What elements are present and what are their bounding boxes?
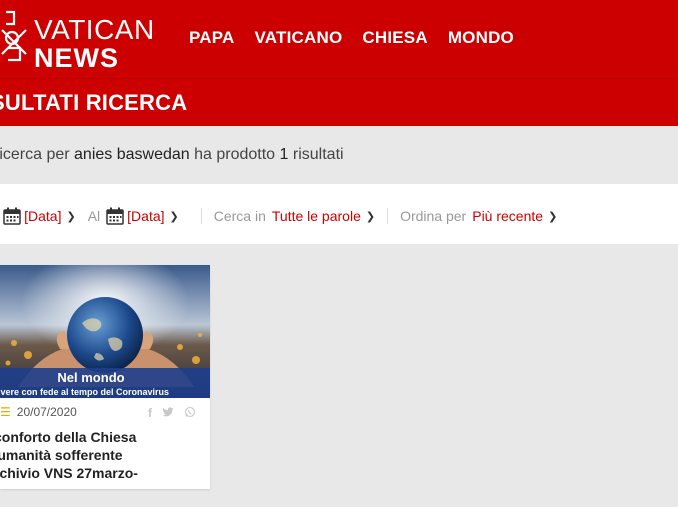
nav-item-chiesa[interactable]: CHIESA [362,28,427,48]
result-date: 20/07/2020 [16,405,77,419]
globe-in-hands-image: Nel mondo ivere con fede al tempo del Co… [0,265,210,398]
result-title-line: rchivio VNS 27marzo- [0,465,138,481]
search-in-value: Tutte le parole [271,208,361,224]
twitter-icon[interactable] [162,406,174,418]
calendar-icon [106,207,124,225]
to-date-picker[interactable]: [Data] ❯ [100,206,179,226]
chevron-down-icon: ❯ [169,210,179,223]
filter-bar: l [Data] ❯ Al [0,184,678,244]
divider [387,208,389,224]
search-query: anies baswedan [74,146,190,163]
result-title[interactable]: conforto della Chiesa 'umanità sofferent… [0,428,204,482]
chevron-down-icon: ❯ [548,210,558,223]
order-by-label: Ordina per [400,208,467,224]
result-meta: ☰ 20/07/2020 f [0,405,210,420]
search-summary: ricerca per anies baswedan ha prodotto 1… [0,146,344,164]
chevron-down-icon: ❯ [365,210,376,223]
search-in-select[interactable]: Tutte le parole ❯ [272,208,375,224]
from-date-value: [Data] [24,208,62,224]
result-title-line: conforto della Chiesa [0,429,137,445]
vatican-emblem-icon [1,10,27,62]
result-thumbnail[interactable]: Nel mondo ivere con fede al tempo del Co… [0,265,210,398]
site-logo[interactable]: VATICAN NEWS [0,8,160,72]
whatsapp-icon[interactable] [184,406,196,418]
brand-line-2: NEWS [34,43,119,73]
order-by-value: Più recente [472,208,544,224]
result-count: 1 [279,146,289,163]
brand-line-1: VATICAN [34,14,155,45]
result-title-line: 'umanità sofferente [0,447,123,463]
page-title: SULTATI RICERCA [0,90,188,115]
date-marker-icon: ☰ [0,405,11,419]
to-date-value: [Data] [127,208,165,224]
site-header: VATICAN NEWS PAPA VATICANO CHIESA MONDO [0,0,678,78]
summary-suffix: risultati [292,146,344,163]
summary-middle: ha prodotto [194,146,276,163]
summary-prefix: ricerca per [0,146,70,163]
facebook-icon[interactable]: f [148,406,152,420]
divider [200,208,202,224]
order-by-select[interactable]: Più recente ❯ [472,208,557,224]
search-in-label: Cerca in [213,208,266,224]
from-date-picker[interactable]: [Data] ❯ [0,206,76,226]
share-icons: f [148,406,196,420]
chevron-down-icon: ❯ [66,210,76,223]
nav-item-papa[interactable]: PAPA [189,28,235,48]
main-nav: PAPA VATICANO CHIESA MONDO [189,28,514,48]
result-card[interactable]: Nel mondo ivere con fede al tempo del Co… [0,265,210,489]
image-caption-title: Nel mondo [57,370,124,385]
page-title-bar: SULTATI RICERCA [0,78,678,126]
calendar-icon [3,207,21,225]
nav-item-mondo[interactable]: MONDO [448,28,514,48]
to-date-label: Al [87,208,101,224]
image-caption-subtitle: ivere con fede al tempo del Coronavirus [0,387,169,397]
nav-item-vaticano[interactable]: VATICANO [255,28,343,48]
